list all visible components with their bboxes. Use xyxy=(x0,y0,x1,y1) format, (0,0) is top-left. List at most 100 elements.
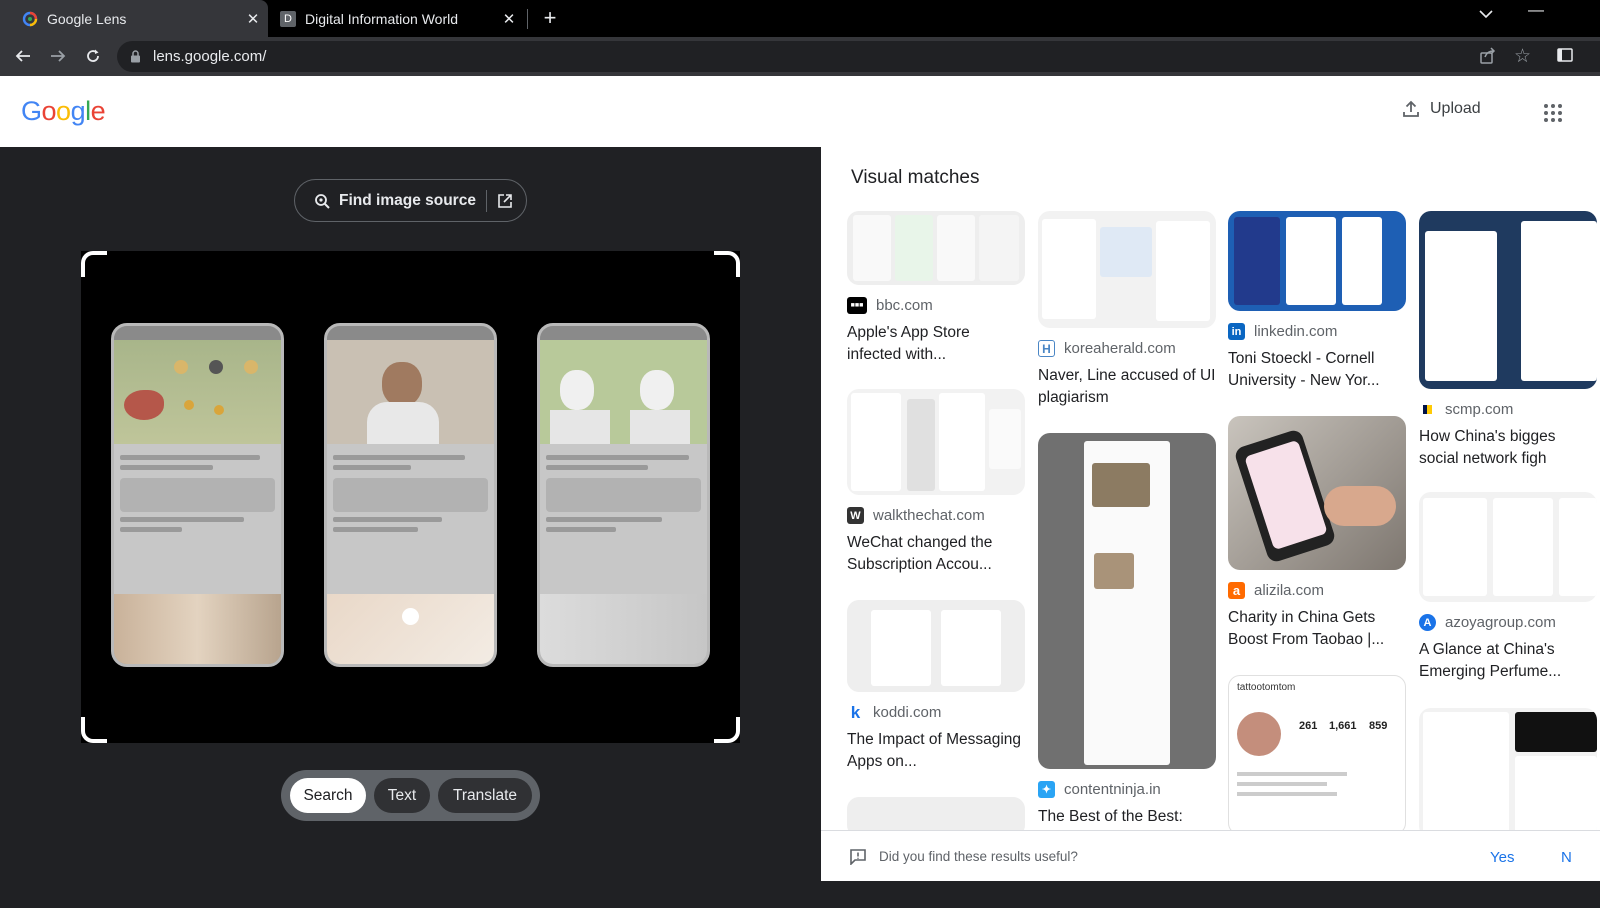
feedback-no-button[interactable]: N xyxy=(1561,849,1572,866)
result-card[interactable]: scmp.com How China's bigges social netwo… xyxy=(1419,211,1597,470)
feedback-bar: Did you find these results useful? Yes N xyxy=(821,830,1600,881)
drag-handle-dot[interactable] xyxy=(402,608,419,625)
contentninja-favicon-icon: ✦ xyxy=(1038,781,1055,798)
result-site: azoyagroup.com xyxy=(1445,614,1556,631)
result-card[interactable]: Hkoreaherald.com Naver, Line accused of … xyxy=(1038,211,1216,409)
dif-favicon-icon: D xyxy=(280,10,296,27)
close-tab-icon[interactable]: ✕ xyxy=(242,10,264,28)
result-thumbnail: tattootomtom 261 1,661 859 xyxy=(1228,675,1406,835)
translate-mode-button[interactable]: Translate xyxy=(438,778,532,813)
profile-handle: tattootomtom xyxy=(1237,682,1296,693)
result-card[interactable]: ■■■ bbc.com Apple's App Store infected wi… xyxy=(847,211,1025,366)
result-card[interactable] xyxy=(1419,708,1597,838)
close-tab-icon[interactable]: ✕ xyxy=(498,10,520,28)
profile-stat: 261 xyxy=(1299,720,1318,732)
result-title: Naver, Line accused of UI plagiarism xyxy=(1038,367,1216,406)
feedback-yes-button[interactable]: Yes xyxy=(1490,849,1514,866)
result-title: Charity in China Gets Boost From Taobao … xyxy=(1228,609,1385,648)
result-thumbnail xyxy=(1419,211,1597,389)
google-lens-header: Google Upload xyxy=(0,76,1600,147)
results-panel: Visual matches ■■■ bbc.com Apple's App St… xyxy=(821,147,1600,881)
new-tab-plus-icon[interactable]: + xyxy=(538,5,562,31)
browser-toolbar: lens.google.com/ ☆ xyxy=(0,37,1600,76)
koreaherald-favicon-icon: H xyxy=(1038,340,1055,357)
scmp-favicon-icon xyxy=(1419,401,1436,418)
uploaded-image[interactable] xyxy=(81,251,740,743)
search-mode-button[interactable]: Search xyxy=(290,778,366,813)
tab-google-lens[interactable]: Google Lens ✕ xyxy=(0,0,268,37)
result-thumbnail xyxy=(847,211,1025,285)
minimize-icon[interactable]: — xyxy=(1528,2,1544,20)
result-site: walkthechat.com xyxy=(873,507,985,524)
back-arrow-icon[interactable] xyxy=(10,43,36,69)
logo-letter: g xyxy=(70,96,86,126)
logo-letter: o xyxy=(41,96,57,126)
result-card[interactable]: in linkedin.com Toni Stoeckl - Cornell Un… xyxy=(1228,211,1406,392)
result-thumbnail xyxy=(1228,211,1406,311)
side-panel-icon[interactable] xyxy=(1557,47,1573,68)
crop-corner-handle[interactable] xyxy=(714,251,740,277)
result-card[interactable]: a alizila.com Charity in China Gets Boost… xyxy=(1228,416,1406,651)
image-panel: Find image source Search Text Translate xyxy=(0,147,821,908)
crop-corner-handle[interactable] xyxy=(81,717,107,743)
result-card[interactable]: Wwalkthechat.com WeChat changed the Subs… xyxy=(847,389,1025,576)
upload-button[interactable]: Upload xyxy=(1402,100,1481,118)
result-title: How China's bigges social network figh xyxy=(1419,428,1556,467)
result-title: Apple's App Store infected with... xyxy=(847,324,970,363)
result-title: Toni Stoeckl - Cornell University - New … xyxy=(1228,350,1380,389)
upload-icon xyxy=(1403,100,1419,117)
crop-corner-handle[interactable] xyxy=(81,251,107,277)
tab-title: Digital Information World xyxy=(305,10,459,27)
lock-icon xyxy=(131,50,140,63)
result-site: linkedin.com xyxy=(1254,323,1338,340)
bookmark-star-icon[interactable]: ☆ xyxy=(1514,45,1531,68)
forward-arrow-icon[interactable] xyxy=(45,43,71,69)
result-title: The Best of the Best: xyxy=(1038,808,1183,825)
result-thumbnail xyxy=(1419,492,1597,602)
share-icon[interactable] xyxy=(1479,47,1496,69)
find-image-source-button[interactable]: Find image source xyxy=(294,179,527,222)
result-site: bbc.com xyxy=(876,297,933,314)
google-logo[interactable]: Google xyxy=(21,96,106,127)
mode-switcher: Search Text Translate xyxy=(281,770,540,821)
koddi-favicon-icon: k xyxy=(847,703,864,722)
phone-screenshot xyxy=(111,323,284,667)
result-card[interactable]: ✦ contentninja.in The Best of the Best: xyxy=(1038,433,1216,828)
bbc-favicon-icon: ■■■ xyxy=(847,297,867,314)
lens-search-icon xyxy=(315,193,330,209)
tab-search-chevron-icon[interactable] xyxy=(1479,6,1493,24)
result-thumbnail xyxy=(1038,433,1216,769)
divider xyxy=(485,189,487,212)
address-bar[interactable]: lens.google.com/ ☆ xyxy=(117,41,1600,72)
result-site: contentninja.in xyxy=(1064,781,1161,798)
text-mode-button[interactable]: Text xyxy=(374,778,430,813)
result-card[interactable]: Aazoyagroup.com A Glance at China's Emer… xyxy=(1419,492,1597,683)
logo-letter: o xyxy=(56,96,71,126)
logo-letter: e xyxy=(90,96,106,126)
result-site: alizila.com xyxy=(1254,582,1325,599)
result-site: koreaherald.com xyxy=(1064,340,1176,357)
azoyagroup-favicon-icon: A xyxy=(1419,614,1436,631)
page-bottom-area xyxy=(0,881,1600,908)
result-card[interactable]: k koddi.com The Impact of Messaging Apps … xyxy=(847,600,1025,773)
upload-label: Upload xyxy=(1430,100,1481,117)
apps-grid-icon[interactable] xyxy=(1543,103,1563,123)
open-in-new-icon xyxy=(498,193,512,208)
walkthechat-favicon-icon: W xyxy=(847,507,864,524)
result-title: WeChat changed the Subscription Accou... xyxy=(847,534,993,573)
result-card[interactable]: tattootomtom 261 1,661 859 xyxy=(1228,675,1406,835)
feedback-question: Did you find these results useful? xyxy=(879,849,1078,864)
result-site: scmp.com xyxy=(1445,401,1514,418)
tab-digital-information-world[interactable]: D Digital Information World ✕ xyxy=(272,0,524,37)
result-site: koddi.com xyxy=(873,704,942,721)
linkedin-favicon-icon: in xyxy=(1228,323,1245,340)
result-title: A Glance at China's Emerging Perfume... xyxy=(1419,641,1562,680)
profile-stat: 1,661 xyxy=(1329,720,1357,732)
result-title: The Impact of Messaging Apps on... xyxy=(847,731,1022,770)
alizila-favicon-icon: a xyxy=(1228,582,1245,599)
crop-corner-handle[interactable] xyxy=(714,717,740,743)
profile-stat: 859 xyxy=(1369,720,1388,732)
reload-icon[interactable] xyxy=(80,43,106,69)
result-thumbnail xyxy=(847,600,1025,692)
visual-matches-heading: Visual matches xyxy=(851,167,980,188)
